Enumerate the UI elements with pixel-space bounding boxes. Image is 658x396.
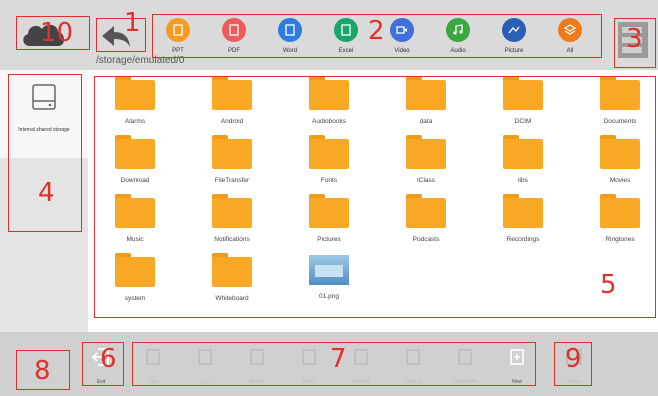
annotation-label: 8 (34, 356, 51, 386)
annotation-label: 5 (600, 270, 617, 300)
annotation-label: 3 (626, 24, 643, 54)
annotation-box-file-grid (94, 76, 656, 318)
annotation-box-sidebar (8, 74, 82, 232)
annotation-label: 1 (124, 8, 141, 38)
annotation-label: 6 (100, 344, 117, 374)
annotation-label: 7 (330, 344, 347, 374)
annotation-label: 9 (565, 344, 582, 374)
annotation-label: 2 (368, 16, 385, 46)
annotation-label: 4 (38, 178, 55, 208)
annotation-label: 10 (40, 18, 74, 48)
